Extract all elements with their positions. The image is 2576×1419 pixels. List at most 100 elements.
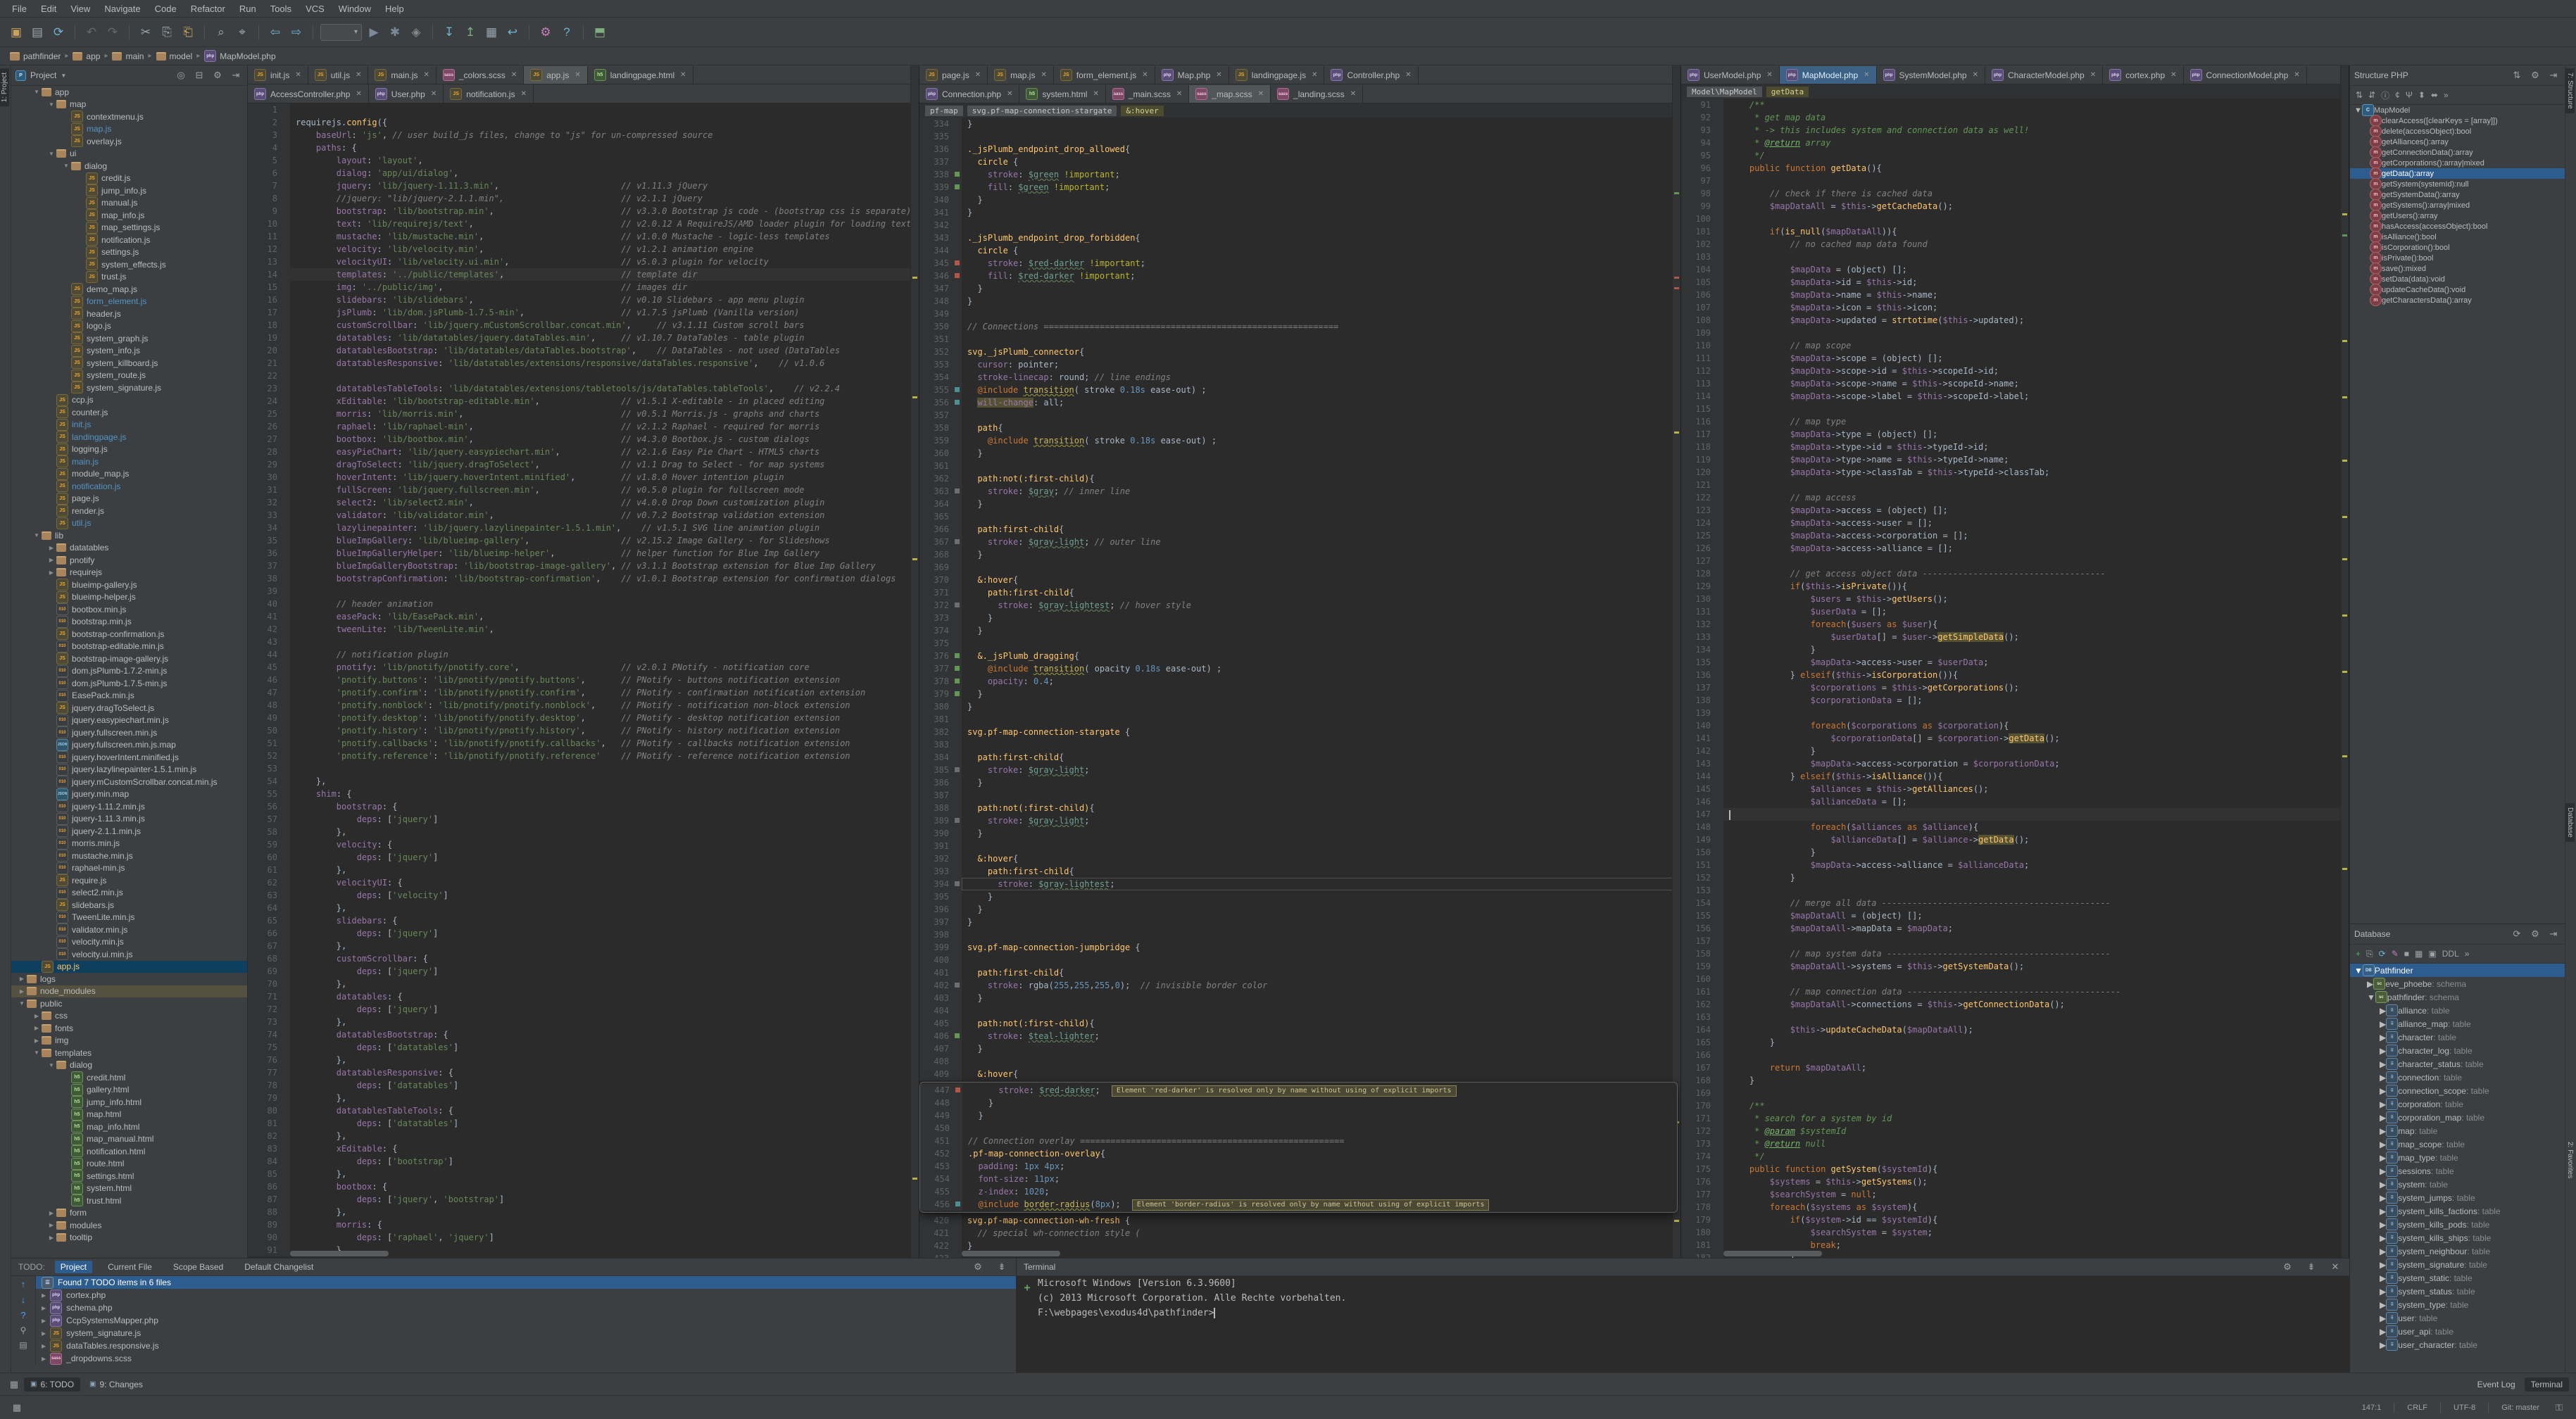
code-line[interactable]: 394 stroke: $gray-lightest; bbox=[919, 878, 1680, 890]
find-icon[interactable]: ⌕ bbox=[212, 23, 230, 42]
tree-item[interactable]: 010velocity.ui.min.js bbox=[11, 948, 247, 961]
code-line[interactable]: 19 datatables: 'lib/datatables/jquery.da… bbox=[248, 332, 919, 344]
code-line[interactable]: 175 public function getSystem($systemId)… bbox=[1681, 1163, 2349, 1175]
tree-item[interactable]: ▼DBPathfinder bbox=[2350, 964, 2565, 977]
breadcrumb[interactable]: app bbox=[71, 51, 101, 62]
code-line[interactable]: 404 bbox=[919, 1004, 1680, 1017]
code-line[interactable]: 351 bbox=[919, 333, 1680, 346]
code-line[interactable]: 43 bbox=[248, 636, 919, 648]
filter-icon[interactable]: ⚲ bbox=[20, 1325, 27, 1335]
chevron-down-icon[interactable]: ▼ bbox=[32, 89, 42, 95]
todo-file-item[interactable]: ▶phpCcpSystemsMapper.php bbox=[36, 1314, 1016, 1327]
structure-item[interactable]: m setData(data):void bbox=[2350, 274, 2565, 284]
tree-item[interactable]: JSONjquery.min.map bbox=[11, 788, 247, 801]
code-line[interactable]: 100 bbox=[1681, 213, 2349, 225]
code-line[interactable]: 37 blueImpGalleryBootstrap: 'lib/bootstr… bbox=[248, 560, 919, 572]
code-line[interactable]: 393 path:first-child{ bbox=[919, 865, 1680, 878]
tree-item[interactable]: ▼ui bbox=[11, 148, 247, 160]
close-icon[interactable]: ✕ bbox=[1973, 71, 1978, 79]
code-line[interactable]: 98 // check if there is cached data bbox=[1681, 187, 2349, 200]
code-line[interactable]: 146 $allianceData = []; bbox=[1681, 795, 2349, 808]
code-line[interactable]: 151 $mapData->access->alliance = $allian… bbox=[1681, 859, 2349, 871]
tree-item[interactable]: 010select2.min.js bbox=[11, 887, 247, 900]
code-line[interactable]: 337 circle { bbox=[919, 156, 1680, 168]
code-line[interactable]: 46 'pnotify.buttons': 'lib/pnotify/pnoti… bbox=[248, 674, 919, 686]
code-line[interactable]: 147 bbox=[1681, 808, 2349, 821]
code-line[interactable]: 156 $mapDataAll->mapData = $mapData; bbox=[1681, 922, 2349, 935]
code-line[interactable]: 107 $mapData->icon = $this->icon; bbox=[1681, 301, 2349, 314]
code-line[interactable]: 115 bbox=[1681, 403, 2349, 415]
close-icon[interactable]: ✕ bbox=[1142, 71, 1148, 79]
close-icon[interactable]: ✕ bbox=[2328, 1261, 2342, 1273]
code-line[interactable]: 24 xEditable: 'lib/bootstrap-editable.mi… bbox=[248, 395, 919, 408]
copy-icon[interactable]: ⎘ bbox=[158, 23, 176, 42]
close-icon[interactable]: ✕ bbox=[356, 71, 361, 79]
structure-item[interactable]: m isAlliance():bool bbox=[2350, 232, 2565, 242]
code-line[interactable]: 82 }, bbox=[248, 1130, 919, 1142]
code-line[interactable]: 103 bbox=[1681, 251, 2349, 263]
editor-tab-mapmodel-php[interactable]: phpMapModel.php✕ bbox=[1780, 66, 1877, 84]
breadcrumb-chip[interactable]: svg.pf-map-connection-stargate bbox=[967, 106, 1117, 116]
tree-item[interactable]: JSrender.js bbox=[11, 505, 247, 517]
tree-item[interactable]: ▶⠿system_kills_pods : table bbox=[2350, 1218, 2565, 1231]
code-line[interactable]: 406 stroke: $teal-lighter; bbox=[919, 1030, 1680, 1042]
tree-item[interactable]: ▶⠿system_type : table bbox=[2350, 1298, 2565, 1311]
chevron-down-icon[interactable]: ▼ bbox=[17, 1000, 27, 1007]
code-line[interactable]: 140 foreach($corporations as $corporatio… bbox=[1681, 719, 2349, 732]
menu-item-file[interactable]: File bbox=[6, 2, 33, 15]
close-icon[interactable]: ✕ bbox=[2090, 71, 2096, 79]
tree-item[interactable]: JSmap_settings.js bbox=[11, 222, 247, 234]
code-line[interactable]: 349 bbox=[919, 308, 1680, 320]
code-line[interactable]: 113 $mapData->scope->name = $this->scope… bbox=[1681, 377, 2349, 390]
code-line[interactable]: 133 $userData[] = $user->getSimpleData()… bbox=[1681, 631, 2349, 643]
code-line[interactable]: 405 path:not(:first-child){ bbox=[919, 1017, 1680, 1030]
tree-item[interactable]: 010bootbox.min.js bbox=[11, 603, 247, 616]
code-line[interactable]: 161 // map connection data -------------… bbox=[1681, 985, 2349, 998]
code-line[interactable]: 85 }, bbox=[248, 1168, 919, 1180]
horizontal-scrollbar[interactable] bbox=[290, 1251, 389, 1256]
code-line[interactable]: 371 path:first-child{ bbox=[919, 586, 1680, 599]
locate-icon[interactable]: ◎ bbox=[174, 70, 188, 81]
sync-icon[interactable]: ⟳ bbox=[49, 23, 68, 42]
code-editor[interactable]: 334}335336._jsPlumb_endpoint_drop_allowe… bbox=[919, 118, 1680, 1258]
breadcrumb[interactable]: pathfinder bbox=[8, 51, 62, 62]
code-line[interactable]: 97 bbox=[1681, 175, 2349, 187]
code-line[interactable]: 116 // map type bbox=[1681, 415, 2349, 428]
tree-item[interactable]: JSccp.js bbox=[11, 394, 247, 407]
tree-item[interactable]: 010velocity.min.js bbox=[11, 936, 247, 949]
code-line[interactable]: 114 $mapData->scope->label = $this->scop… bbox=[1681, 390, 2349, 403]
code-line[interactable]: 356 will-change: all; bbox=[919, 396, 1680, 409]
code-line[interactable]: 120 $mapData->type->classTab = $this->ty… bbox=[1681, 466, 2349, 479]
code-line[interactable]: 32 select2: 'lib/select2.min', // v4.0.0… bbox=[248, 496, 919, 509]
code-line[interactable]: 76 }, bbox=[248, 1054, 919, 1066]
code-line[interactable]: 91 /** bbox=[1681, 99, 2349, 111]
code-line[interactable]: 36 blueImpGalleryHelper: 'lib/blueimp-he… bbox=[248, 547, 919, 560]
code-line[interactable]: 128 // get access object data ----------… bbox=[1681, 567, 2349, 580]
code-line[interactable]: 354 stroke-linecap: round; // line endin… bbox=[919, 371, 1680, 384]
editor-tab-page-js[interactable]: JSpage.js✕ bbox=[919, 66, 988, 84]
code-line[interactable]: 30 hoverIntent: 'lib/jquery.hoverIntent.… bbox=[248, 471, 919, 484]
code-line[interactable]: 122 // map access bbox=[1681, 491, 2349, 504]
hide-icon[interactable]: ⇟ bbox=[2304, 1261, 2318, 1273]
structure-item[interactable]: m getConnectionData():array bbox=[2350, 147, 2565, 158]
help-icon[interactable]: ? bbox=[558, 23, 576, 42]
editor-tab-map-php[interactable]: phpMap.php✕ bbox=[1155, 66, 1229, 84]
chevron-right-icon[interactable]: ▶ bbox=[42, 1330, 46, 1337]
tree-item[interactable]: JSform_element.js bbox=[11, 296, 247, 308]
code-line[interactable]: 362 path:not(:first-child){ bbox=[919, 472, 1680, 485]
editor-tab-systemmodel-php[interactable]: phpSystemModel.php✕ bbox=[1877, 66, 1985, 84]
toolwindow-button-1-project[interactable]: 1: Project bbox=[0, 68, 9, 106]
chevron-down-icon[interactable]: ▼ bbox=[2354, 106, 2362, 115]
code-line[interactable]: 456 @include border-radius(8px);Element … bbox=[920, 1198, 1677, 1211]
tree-item[interactable]: ▶⠿character_status : table bbox=[2350, 1057, 2565, 1071]
tree-item[interactable]: JSrequire.js bbox=[11, 874, 247, 887]
sync-icon[interactable]: ⟳ bbox=[2510, 928, 2524, 940]
code-line[interactable]: 94 * @return array bbox=[1681, 137, 2349, 149]
code-line[interactable]: 21 datatablesResponsive: 'lib/datatables… bbox=[248, 357, 919, 370]
code-line[interactable]: 135 $mapData->access->user = $userData; bbox=[1681, 656, 2349, 669]
close-icon[interactable]: ✕ bbox=[680, 71, 686, 79]
code-line[interactable]: 364 } bbox=[919, 498, 1680, 510]
code-line[interactable]: 63 deps: ['velocity'] bbox=[248, 889, 919, 902]
code-line[interactable]: 367 stroke: $gray-light; // outer line bbox=[919, 536, 1680, 548]
tree-item[interactable]: ▼public bbox=[11, 997, 247, 1010]
